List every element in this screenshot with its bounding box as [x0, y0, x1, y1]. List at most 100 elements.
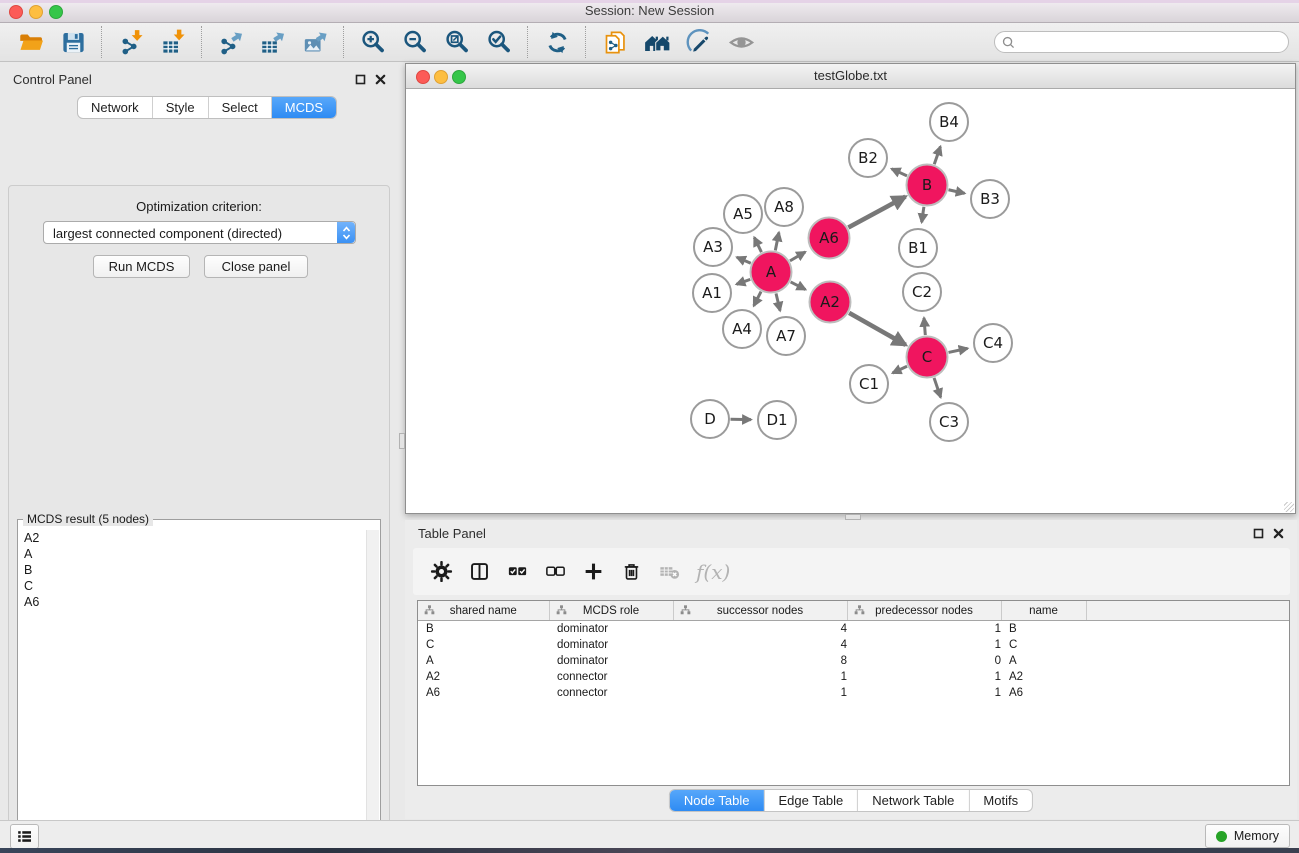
export-network-icon[interactable] — [216, 27, 246, 57]
edge-A-A3[interactable] — [737, 257, 751, 263]
edge-C-C1[interactable] — [893, 366, 907, 373]
cell[interactable]: 1 — [673, 685, 847, 701]
columns-icon[interactable] — [464, 557, 494, 587]
edge-C-C3[interactable] — [934, 378, 941, 398]
result-scrollbar[interactable] — [366, 530, 379, 853]
edge-B-B2[interactable] — [892, 169, 907, 176]
edge-B-B3[interactable] — [948, 190, 964, 194]
float-panel-icon[interactable] — [354, 73, 367, 86]
cell[interactable]: B — [1001, 621, 1086, 638]
duplicate-network-icon[interactable] — [600, 27, 630, 57]
tab-mcds[interactable]: MCDS — [271, 97, 336, 118]
delete-column-icon[interactable] — [616, 557, 646, 587]
cell[interactable]: 4 — [673, 621, 847, 638]
cell[interactable]: 4 — [673, 637, 847, 653]
column-header-MCDS-role[interactable]: MCDS role — [549, 601, 673, 621]
table-row[interactable]: A2connector11A2 — [418, 669, 1289, 685]
cell[interactable]: A — [418, 653, 549, 669]
column-header-successor-nodes[interactable]: successor nodes — [673, 601, 847, 621]
eye-icon[interactable] — [726, 27, 756, 57]
cell[interactable]: dominator — [549, 637, 673, 653]
select-all-icon[interactable] — [502, 557, 532, 587]
cell[interactable]: C — [1001, 637, 1086, 653]
search-input[interactable] — [1016, 34, 1288, 51]
column-header-shared-name[interactable]: shared name — [418, 601, 549, 621]
close-panel-button[interactable]: Close panel — [204, 255, 308, 278]
add-column-icon[interactable] — [578, 557, 608, 587]
cell[interactable]: A6 — [418, 685, 549, 701]
zoom-out-icon[interactable] — [400, 27, 430, 57]
result-item[interactable]: C — [19, 578, 367, 594]
cell[interactable]: 0 — [847, 653, 1001, 669]
cell[interactable]: B — [418, 621, 549, 638]
gear-icon[interactable] — [426, 557, 456, 587]
zoom-fit-icon[interactable] — [442, 27, 472, 57]
edge-A-A8[interactable] — [775, 232, 779, 250]
vertical-splitter-handle[interactable] — [399, 433, 405, 449]
cell[interactable]: 1 — [847, 621, 1001, 638]
result-item[interactable]: A — [19, 546, 367, 562]
cell[interactable]: A6 — [1001, 685, 1086, 701]
table-row[interactable]: A6connector11A6 — [418, 685, 1289, 701]
cell[interactable]: connector — [549, 669, 673, 685]
cell[interactable]: connector — [549, 685, 673, 701]
edge-A-A5[interactable] — [754, 237, 761, 252]
close-panel-icon[interactable] — [374, 73, 387, 86]
open-folder-icon[interactable] — [16, 27, 46, 57]
table-float-panel-icon[interactable] — [1252, 527, 1265, 540]
refresh-icon[interactable] — [542, 27, 572, 57]
tab-style[interactable]: Style — [152, 97, 208, 118]
cell[interactable]: 8 — [673, 653, 847, 669]
import-network-icon[interactable] — [116, 27, 146, 57]
deselect-all-icon[interactable] — [540, 557, 570, 587]
export-image-icon[interactable] — [300, 27, 330, 57]
cell[interactable]: dominator — [549, 621, 673, 638]
edge-A-A7[interactable] — [776, 293, 780, 310]
annotations-toggle-icon[interactable] — [684, 27, 714, 57]
edge-C-C2[interactable] — [924, 318, 925, 335]
result-item[interactable]: B — [19, 562, 367, 578]
result-item[interactable]: A2 — [19, 530, 367, 546]
tab-motifs[interactable]: Motifs — [968, 790, 1032, 811]
network-canvas[interactable]: B4B2BB3A8A5A6A3B1AC2A1A2A4A7C4CC1DD1C3 — [406, 89, 1295, 513]
cell[interactable]: 1 — [673, 669, 847, 685]
table-row[interactable]: Adominator80A — [418, 653, 1289, 669]
run-mcds-button[interactable]: Run MCDS — [93, 255, 190, 278]
zoom-selected-icon[interactable] — [484, 27, 514, 57]
resize-grip-icon[interactable] — [1284, 502, 1294, 512]
table-row[interactable]: Bdominator41B — [418, 621, 1289, 638]
table-row[interactable]: Cdominator41C — [418, 637, 1289, 653]
column-header-name[interactable]: name — [1001, 601, 1086, 621]
tab-select[interactable]: Select — [208, 97, 271, 118]
edge-B-B4[interactable] — [934, 147, 940, 165]
edge-A-A1[interactable] — [736, 279, 750, 284]
tab-network-table[interactable]: Network Table — [857, 790, 968, 811]
tab-network[interactable]: Network — [78, 97, 152, 118]
column-header-predecessor-nodes[interactable]: predecessor nodes — [847, 601, 1001, 621]
cell[interactable]: A — [1001, 653, 1086, 669]
import-table-icon[interactable] — [158, 27, 188, 57]
cell[interactable]: dominator — [549, 653, 673, 669]
result-item[interactable]: A6 — [19, 594, 367, 610]
search-box[interactable] — [994, 31, 1289, 53]
cell[interactable]: 1 — [847, 685, 1001, 701]
cell[interactable]: C — [418, 637, 549, 653]
edge-A-A2[interactable] — [791, 282, 806, 290]
edge-A-A4[interactable] — [754, 292, 761, 306]
edge-A-A6[interactable] — [790, 252, 805, 261]
memory-button[interactable]: Memory — [1205, 824, 1290, 848]
network-window-titlebar[interactable]: testGlobe.txt — [406, 64, 1295, 89]
dropdown-stepper-icon[interactable] — [337, 222, 355, 243]
home-icon[interactable] — [642, 27, 672, 57]
zoom-in-icon[interactable] — [358, 27, 388, 57]
optimization-criterion-dropdown[interactable]: largest connected component (directed) — [43, 221, 356, 244]
tab-node-table[interactable]: Node Table — [670, 790, 764, 811]
export-table-icon[interactable] — [258, 27, 288, 57]
edge-B-B1[interactable] — [922, 207, 924, 222]
cell[interactable]: 1 — [847, 669, 1001, 685]
task-history-button[interactable] — [10, 824, 39, 849]
save-icon[interactable] — [58, 27, 88, 57]
cell[interactable]: A2 — [418, 669, 549, 685]
table-close-panel-icon[interactable] — [1272, 527, 1285, 540]
edge-A2-C[interactable] — [849, 313, 906, 345]
